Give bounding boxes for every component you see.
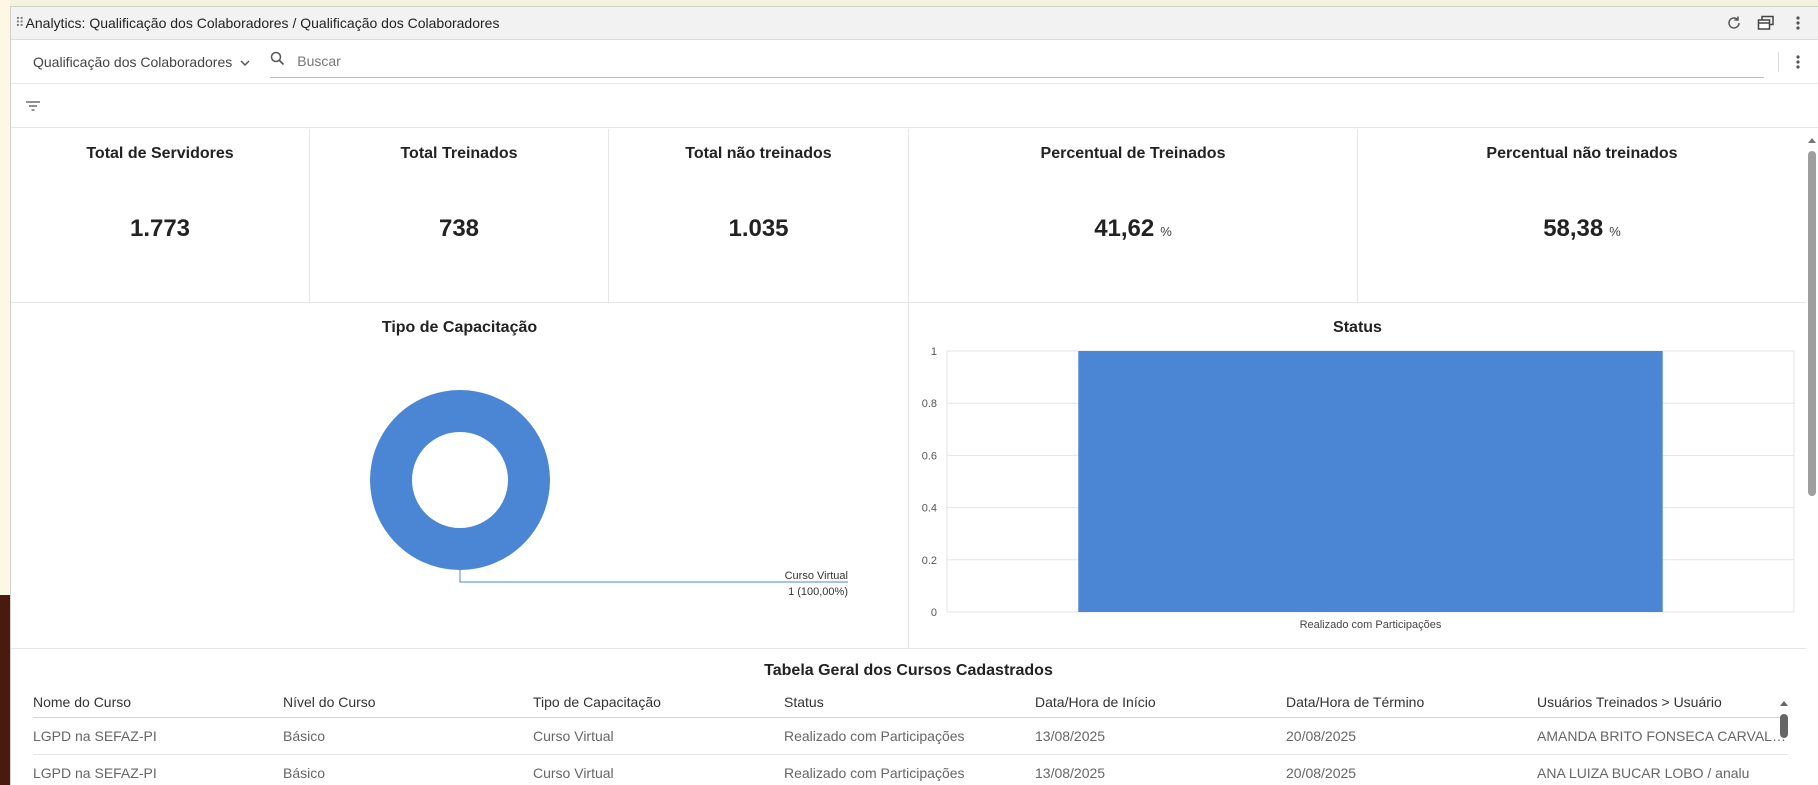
bar-chart-panel: Status 0 0.2 0.4 0.6 0.8 1 Realizado com Parti… [909,303,1806,648]
column-header[interactable]: Nível do Curso [283,687,533,718]
y-tick-label: 0.8 [922,398,937,410]
table-title: Tabela Geral dos Cursos Cadastrados [764,662,1053,679]
bar [1078,351,1663,612]
donut-slice [370,390,550,570]
table-cell: 13/08/2025 [1035,754,1286,785]
kpi-value-wrap: 738 [439,215,479,243]
y-tick-label: 0.4 [922,503,937,515]
kpi-value-wrap: 1.773 [130,215,190,243]
courses-table-section: Tabela Geral dos Cursos Cadastrados Nome… [11,649,1806,785]
kpi-value: 58,38 [1543,215,1604,242]
toolbar: Qualificação dos Colaboradores [11,40,1818,84]
search-input[interactable] [295,52,1764,70]
more-vertical-icon[interactable] [1789,53,1807,71]
kpi-value-wrap: 58,38% [1543,215,1621,243]
kpi-value: 1.035 [728,215,789,242]
table-cell: Realizado com Participações [784,754,1035,785]
x-tick-label: Realizado com Participações [1300,619,1442,631]
desktop-left-strip [0,0,10,785]
kpi-value-wrap: 1.035 [728,215,788,243]
analytics-window: ⠿ Analytics: Qualificação dos Colaborado… [10,7,1818,785]
table-row[interactable]: LGPD na SEFAZ-PI Básico Curso Virtual Re… [33,717,1788,755]
table-cell: Básico [283,717,533,755]
dashboard-content: Total de Servidores 1.773 Total Treinado… [11,129,1806,785]
column-header[interactable]: Data/Hora de Término [1286,687,1537,718]
table-cell: 20/08/2025 [1286,717,1537,755]
table-header-row: Nome do Curso Nível do Curso Tipo de Cap… [33,687,1788,718]
column-header[interactable]: Status [784,687,1035,718]
title-actions [1725,14,1815,32]
kpi-unit: % [1609,224,1621,239]
search-box [270,45,1764,78]
kpi-unit: % [1160,224,1172,239]
table-cell: LGPD na SEFAZ-PI [33,717,283,755]
kpi-label: Percentual não treinados [1486,145,1678,162]
column-header[interactable]: Data/Hora de Início [1035,687,1286,718]
table-cell: ANA LUIZA BUCAR LOBO / analu [1537,754,1788,785]
donut-data-label: 1 (100,00%) [788,586,848,598]
table-cell: Curso Virtual [533,754,784,785]
window-title: Analytics: Qualificação dos Colaboradore… [25,15,500,31]
drag-handle-icon[interactable]: ⠿ [15,15,24,31]
kpi-label: Total Treinados [400,145,518,162]
table-scrollbar[interactable] [1777,697,1791,785]
kpi-card: Total Treinados 738 [310,129,609,302]
kpi-value: 738 [438,215,480,242]
column-header[interactable]: Usuários Treinados > Usuário [1537,687,1788,718]
table-cell: Realizado com Participações [784,717,1035,755]
kpi-value: 41,62 [1094,215,1155,242]
dashboard-select-label: Qualificação dos Colaboradores [33,53,233,70]
bar-chart-title: Status [1333,319,1382,336]
table-cell: AMANDA BRITO FONSECA CARVALH... [1537,717,1788,755]
kpi-row: Total de Servidores 1.773 Total Treinado… [11,129,1806,303]
donut-chart-title: Tipo de Capacitação [381,319,538,336]
table-row[interactable]: LGPD na SEFAZ-PI Básico Curso Virtual Re… [33,754,1788,785]
title-bar: ⠿ Analytics: Qualificação dos Colaborado… [11,7,1818,40]
toolbar-divider [1778,51,1779,72]
kpi-card: Total não treinados 1.035 [609,129,909,302]
table-cell: 13/08/2025 [1035,717,1286,755]
donut-chart-panel: Tipo de Capacitação Curso Virtual 1 (100,… [11,303,909,648]
charts-row: Tipo de Capacitação Curso Virtual 1 (100,… [11,303,1806,649]
donut-category-label: Curso Virtual [785,570,848,582]
filter-icon[interactable] [24,97,42,115]
column-header[interactable]: Tipo de Capacitação [533,687,784,718]
kpi-card: Total de Servidores 1.773 [11,129,310,302]
table-wrap: Nome do Curso Nível do Curso Tipo de Cap… [33,687,1788,785]
chevron-down-icon [240,54,250,70]
y-tick-label: 0 [931,607,937,619]
bar-chart: 0 0.2 0.4 0.6 0.8 1 Realizado com Participaçõe… [922,346,1795,631]
dashboard-scrollbar[interactable] [1805,135,1818,505]
table-cell: Básico [283,754,533,785]
refresh-icon[interactable] [1725,14,1743,32]
desktop-left-strip-dark [0,595,10,785]
kpi-card: Percentual de Treinados 41,62% [909,129,1358,302]
kpi-label: Total não treinados [685,145,832,162]
desktop-top-edge [0,0,1818,7]
table-cell: 20/08/2025 [1286,754,1537,785]
kpi-label: Total de Servidores [86,145,234,162]
kpi-card: Percentual não treinados 58,38% [1358,129,1806,302]
donut-chart: Curso Virtual 1 (100,00%) [370,390,848,598]
kpi-label: Percentual de Treinados [1040,145,1226,162]
search-icon [270,51,285,71]
table-cell: Curso Virtual [533,717,784,755]
window-icon[interactable] [1757,14,1775,32]
courses-table: Nome do Curso Nível do Curso Tipo de Cap… [33,687,1788,785]
y-tick-label: 0.2 [922,555,937,567]
dashboard-select[interactable]: Qualificação dos Colaboradores [33,54,250,70]
table-cell: LGPD na SEFAZ-PI [33,754,283,785]
kpi-value: 1.773 [129,215,191,242]
more-vertical-icon[interactable] [1789,14,1807,32]
filter-bar [11,84,1818,128]
y-tick-label: 1 [931,346,937,358]
y-tick-label: 0.6 [922,450,937,462]
kpi-value-wrap: 41,62% [1094,215,1172,243]
column-header[interactable]: Nome do Curso [33,687,283,718]
